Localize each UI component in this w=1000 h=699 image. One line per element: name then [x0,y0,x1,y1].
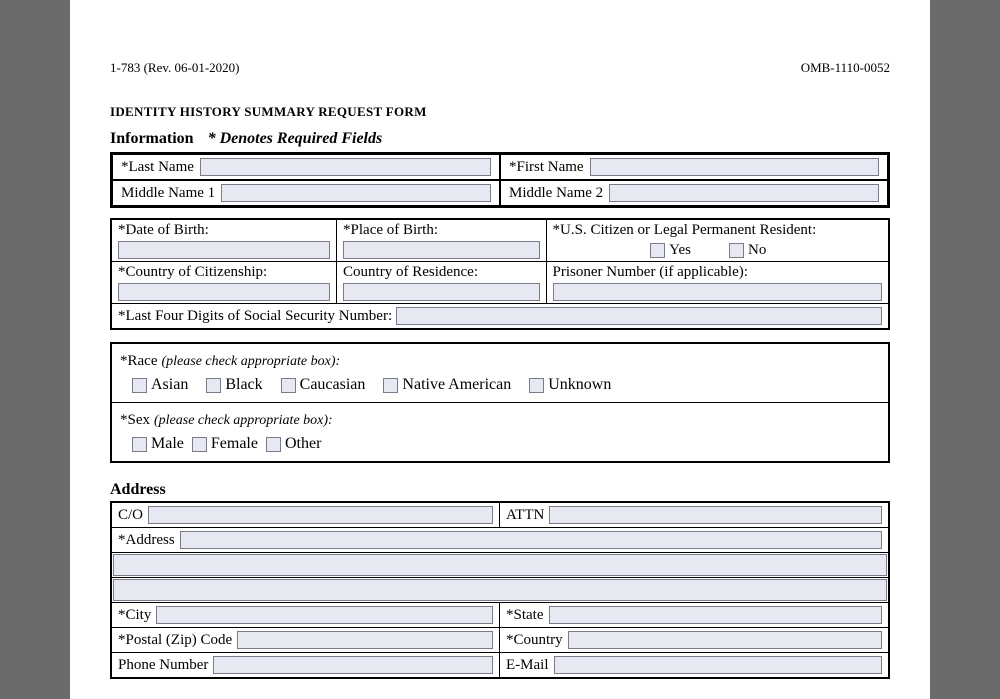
info-heading: Information [110,130,194,148]
citizen-label: *U.S. Citizen or Legal Permanent Residen… [553,222,882,241]
info-heading-row: Information * Denotes Required Fields [110,130,890,150]
birth-box: *Date of Birth: *Place of Birth: *U.S. C… [110,218,890,330]
co-label: C/O [118,507,143,524]
race-hint: (please check appropriate box): [161,354,340,369]
sex-hint: (please check appropriate box): [154,413,333,428]
email-label: E-Mail [506,657,549,674]
demographics-box: *Race (please check appropriate box): As… [110,342,890,463]
citizen-no-label: No [748,242,766,259]
first-name-cell: *First Name [500,154,888,180]
middle1-input[interactable] [221,184,491,202]
address-input-1[interactable] [180,531,882,549]
omb-number: OMB-1110-0052 [801,60,890,76]
prisoner-label: Prisoner Number (if applicable): [553,264,882,283]
name-box: *Last Name *First Name Middle Name 1 Mid… [110,152,890,208]
zip-label: *Postal (Zip) Code [118,632,232,649]
race-native-label: Native American [402,376,511,394]
form-page: 1-783 (Rev. 06-01-2020) OMB-1110-0052 ID… [70,0,930,699]
citizen-yes-checkbox[interactable] [650,243,665,258]
race-asian-label: Asian [151,376,188,394]
ssn-label: *Last Four Digits of Social Security Num… [118,308,392,325]
sex-other-label: Other [285,435,321,453]
sex-block: *Sex (please check appropriate box): [112,403,888,431]
race-caucasian-checkbox[interactable] [281,378,296,393]
prisoner-input[interactable] [553,283,882,301]
sex-female-checkbox[interactable] [192,437,207,452]
ssn-input[interactable] [396,307,882,325]
race-native-checkbox[interactable] [383,378,398,393]
co-input[interactable] [148,506,493,524]
city-label: *City [118,607,151,624]
last-name-label: *Last Name [121,159,194,176]
address-box: C/O ATTN *Address *City [110,501,890,679]
race-black-checkbox[interactable] [206,378,221,393]
citizen-yes-label: Yes [669,242,691,259]
race-black-label: Black [225,376,262,394]
first-name-input[interactable] [590,158,879,176]
state-label: *State [506,607,544,624]
dob-label: *Date of Birth: [118,222,330,241]
middle1-label: Middle Name 1 [121,185,215,202]
pob-label: *Place of Birth: [343,222,540,241]
race-asian-checkbox[interactable] [132,378,147,393]
coc-input[interactable] [118,283,330,301]
sex-label: *Sex [120,412,150,428]
race-block: *Race (please check appropriate box): [112,344,888,372]
race-label: *Race [120,353,157,369]
phone-label: Phone Number [118,657,208,674]
last-name-cell: *Last Name [112,154,500,180]
email-input[interactable] [554,656,883,674]
race-caucasian-label: Caucasian [300,376,366,394]
header-row: 1-783 (Rev. 06-01-2020) OMB-1110-0052 [110,60,890,76]
address-label: *Address [118,532,175,549]
dob-input[interactable] [118,241,330,259]
city-input[interactable] [156,606,493,624]
zip-input[interactable] [237,631,493,649]
address-input-2[interactable] [113,554,887,576]
first-name-label: *First Name [509,159,584,176]
sex-options: Male Female Other [112,431,888,461]
race-unknown-label: Unknown [548,376,611,394]
attn-label: ATTN [506,507,544,524]
country-label: *Country [506,632,563,649]
attn-input[interactable] [549,506,882,524]
cor-input[interactable] [343,283,540,301]
sex-male-checkbox[interactable] [132,437,147,452]
middle2-cell: Middle Name 2 [500,180,888,206]
pob-input[interactable] [343,241,540,259]
cor-label: Country of Residence: [343,264,540,283]
form-number: 1-783 (Rev. 06-01-2020) [110,60,240,76]
address-heading: Address [110,481,890,499]
citizen-no-checkbox[interactable] [729,243,744,258]
form-title: IDENTITY HISTORY SUMMARY REQUEST FORM [110,104,890,120]
middle2-input[interactable] [609,184,879,202]
sex-male-label: Male [151,435,184,453]
coc-label: *Country of Citizenship: [118,264,330,283]
address-input-3[interactable] [113,579,887,601]
middle1-cell: Middle Name 1 [112,180,500,206]
middle2-label: Middle Name 2 [509,185,603,202]
country-input[interactable] [568,631,882,649]
last-name-input[interactable] [200,158,491,176]
sex-female-label: Female [211,435,258,453]
sex-other-checkbox[interactable] [266,437,281,452]
phone-input[interactable] [213,656,493,674]
race-options: Asian Black Caucasian Native American Un… [112,372,888,402]
state-input[interactable] [549,606,883,624]
race-unknown-checkbox[interactable] [529,378,544,393]
required-note: * Denotes Required Fields [208,130,383,148]
